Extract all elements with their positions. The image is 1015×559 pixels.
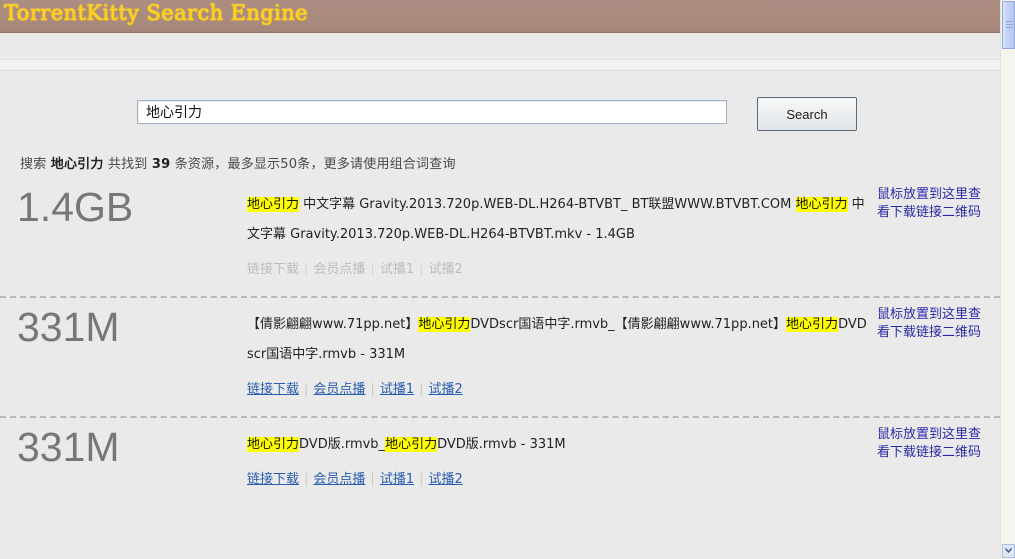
link-vip-play[interactable]: 会员点播: [313, 382, 365, 397]
result-size: 331M: [17, 424, 120, 470]
summary-suffix: 条资源，最多显示50条，更多请使用组合词查询: [174, 157, 456, 172]
link-preview-2[interactable]: 试播2: [428, 472, 462, 487]
search-input[interactable]: [137, 100, 727, 124]
spacer: [0, 71, 1000, 87]
summary-middle: 共找到: [107, 157, 148, 172]
result-summary: 搜索 地心引力 共找到 39 条资源，最多显示50条，更多请使用组合词查询: [20, 153, 1000, 172]
nav-strip: [0, 33, 1000, 59]
result-title-link[interactable]: 地心引力 中文字幕 Gravity.2013.720p.WEB-DL.H264-…: [247, 197, 865, 242]
link-preview-2[interactable]: 试播2: [428, 262, 462, 277]
browser-viewport: TorrentKitty Search Engine Search 搜索 地心引…: [0, 0, 1015, 559]
summary-prefix: 搜索: [20, 157, 47, 172]
link-download[interactable]: 链接下载: [247, 382, 299, 397]
result-body: 地心引力 中文字幕 Gravity.2013.720p.WEB-DL.H264-…: [247, 186, 870, 280]
page-scrollbar[interactable]: [1000, 0, 1015, 559]
section-divider: [0, 59, 1000, 71]
result-title-link[interactable]: 【倩影翩翩www.71pp.net】地心引力DVDscr国语中字.rmvb_【倩…: [247, 317, 867, 362]
link-vip-play[interactable]: 会员点播: [313, 262, 365, 277]
link-separator: |: [419, 262, 424, 277]
chevron-down-icon: [1005, 548, 1012, 553]
results-list: 1.4GB 地心引力 中文字幕 Gravity.2013.720p.WEB-DL.…: [0, 178, 1000, 536]
qr-code-hint[interactable]: 鼠标放置到这里查看下载链接二维码: [877, 426, 982, 462]
link-download[interactable]: 链接下载: [247, 472, 299, 487]
result-item: 1.4GB 地心引力 中文字幕 Gravity.2013.720p.WEB-DL.…: [0, 178, 1000, 296]
link-preview-1[interactable]: 试播1: [380, 262, 414, 277]
qr-code-hint[interactable]: 鼠标放置到这里查看下载链接二维码: [877, 186, 982, 222]
link-separator: |: [419, 382, 424, 397]
link-vip-play[interactable]: 会员点播: [313, 472, 365, 487]
search-area: Search: [0, 87, 1000, 143]
link-separator: |: [304, 472, 309, 487]
summary-count: 39: [151, 157, 171, 172]
summary-keyword: 地心引力: [50, 157, 104, 172]
qr-code-hint[interactable]: 鼠标放置到这里查看下载链接二维码: [877, 306, 982, 342]
result-size: 1.4GB: [17, 184, 134, 230]
scroll-down-button[interactable]: [1002, 544, 1015, 558]
result-item: 331M 【倩影翩翩www.71pp.net】地心引力DVDscr国语中字.rmv…: [0, 296, 1000, 416]
result-action-links: 链接下载 | 会员点播 | 试播1 | 试播2: [247, 260, 870, 280]
link-preview-2[interactable]: 试播2: [428, 382, 462, 397]
link-separator: |: [370, 262, 375, 277]
result-item: 331M 地心引力DVD版.rmvb_地心引力DVD版.rmvb - 331M 链接…: [0, 416, 1000, 536]
link-separator: |: [370, 472, 375, 487]
link-separator: |: [304, 262, 309, 277]
result-title-link[interactable]: 地心引力DVD版.rmvb_地心引力DVD版.rmvb - 331M: [247, 437, 566, 452]
result-action-links: 链接下载 | 会员点播 | 试播1 | 试播2: [247, 470, 870, 490]
link-separator: |: [370, 382, 375, 397]
link-download[interactable]: 链接下载: [247, 262, 299, 277]
link-preview-1[interactable]: 试播1: [380, 382, 414, 397]
result-body: 地心引力DVD版.rmvb_地心引力DVD版.rmvb - 331M 链接下载 | 会…: [247, 426, 870, 490]
search-button[interactable]: Search: [757, 97, 857, 131]
link-separator: |: [419, 472, 424, 487]
site-title: TorrentKitty Search Engine: [4, 1, 309, 25]
page-content: TorrentKitty Search Engine Search 搜索 地心引…: [0, 0, 1000, 559]
scrollbar-grip-icon: [1006, 21, 1013, 28]
link-preview-1[interactable]: 试播1: [380, 472, 414, 487]
site-header: TorrentKitty Search Engine: [0, 0, 1000, 33]
result-action-links: 链接下载 | 会员点播 | 试播1 | 试播2: [247, 380, 870, 400]
link-separator: |: [304, 382, 309, 397]
result-body: 【倩影翩翩www.71pp.net】地心引力DVDscr国语中字.rmvb_【倩…: [247, 306, 870, 400]
result-size: 331M: [17, 304, 120, 350]
scrollbar-thumb[interactable]: [1002, 1, 1015, 49]
